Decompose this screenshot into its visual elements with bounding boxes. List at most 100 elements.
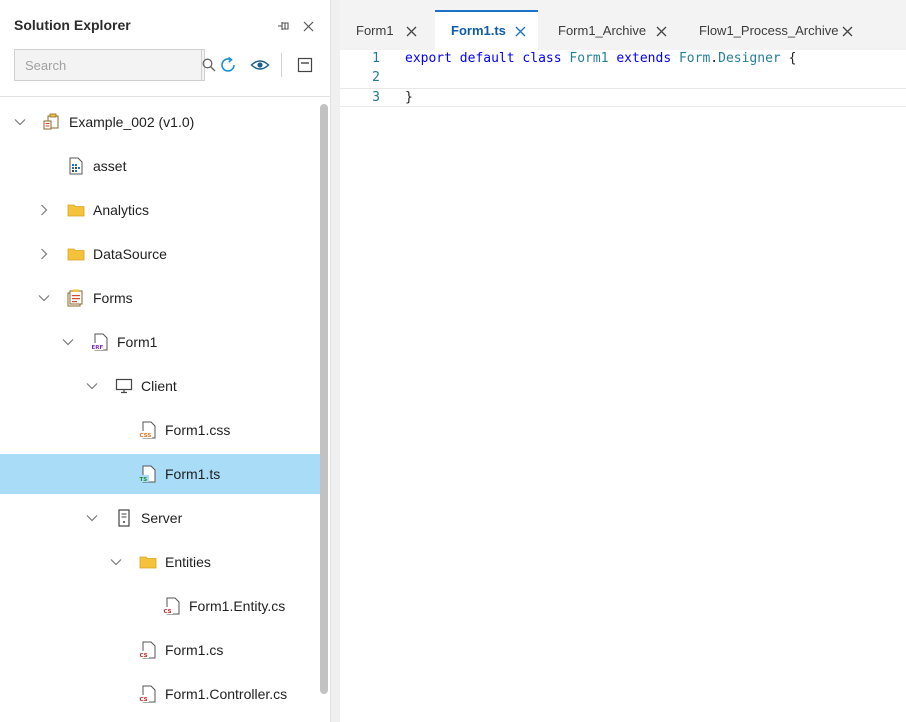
tree-item-label: Client bbox=[141, 378, 177, 394]
chevron-down-icon[interactable] bbox=[110, 556, 122, 568]
code-token-type: Form1 bbox=[569, 51, 609, 66]
tree-item-label: Example_002 (v1.0) bbox=[69, 114, 195, 130]
toolbar-separator bbox=[281, 53, 282, 77]
tree-item-asset[interactable]: asset bbox=[0, 146, 321, 186]
tree-item-server[interactable]: Server bbox=[0, 498, 321, 538]
code-token-plain: { bbox=[780, 51, 797, 66]
tree-item-label: Server bbox=[141, 510, 183, 526]
asset-file-icon bbox=[67, 157, 85, 175]
chevron-down-icon[interactable] bbox=[62, 336, 74, 348]
css-file-icon: CSS bbox=[139, 421, 157, 439]
tree-item-label: Form1 bbox=[117, 334, 158, 350]
tab-flow1-process-archive[interactable]: Flow1_Process_Archive bbox=[683, 10, 866, 50]
close-icon[interactable] bbox=[841, 25, 853, 37]
tree-item-example-002[interactable]: Example_002 (v1.0) bbox=[0, 102, 321, 142]
svg-text:CS: CS bbox=[164, 609, 172, 615]
collapse-all-icon[interactable] bbox=[294, 54, 316, 76]
folder-icon bbox=[139, 553, 157, 571]
line-number: 1 bbox=[372, 51, 380, 66]
solution-explorer-panel: Solution Explorer Example_0 bbox=[0, 0, 332, 722]
tree-item-forms[interactable]: Forms bbox=[0, 278, 321, 318]
solution-icon bbox=[43, 113, 61, 131]
tree-item-label: Forms bbox=[93, 290, 133, 306]
tree-item-form1-ts[interactable]: TS Form1.ts bbox=[0, 454, 321, 494]
form-file-icon: ERF bbox=[91, 333, 109, 351]
editor-tab-bar: Form1 Form1.ts Form1_Archive Flow1_Proce… bbox=[340, 0, 906, 50]
tree-item-label: DataSource bbox=[93, 246, 167, 262]
forms-folder-icon bbox=[67, 289, 85, 307]
close-icon[interactable] bbox=[300, 18, 316, 34]
tree-item-datasource[interactable]: DataSource bbox=[0, 234, 321, 274]
folder-icon bbox=[67, 201, 85, 219]
chevron-down-icon[interactable] bbox=[14, 116, 26, 128]
tree-item-label: Form1.css bbox=[165, 422, 231, 438]
scrollbar-thumb[interactable] bbox=[320, 104, 328, 694]
close-icon[interactable] bbox=[405, 25, 417, 37]
code-token-plain: . bbox=[710, 51, 719, 66]
tree-item-form1-css[interactable]: CSS Form1.css bbox=[0, 410, 321, 450]
code-token-type: Designer bbox=[718, 51, 781, 66]
tab-label: Form1.ts bbox=[451, 23, 506, 38]
chevron-down-icon[interactable] bbox=[38, 292, 50, 304]
solution-tree: Example_002 (v1.0) asset Analytics DataS… bbox=[0, 100, 321, 722]
code-editor: Form1 Form1.ts Form1_Archive Flow1_Proce… bbox=[340, 0, 906, 722]
code-area[interactable]: 1 export default class Form1 extends For… bbox=[340, 50, 906, 722]
tree-item-client[interactable]: Client bbox=[0, 366, 321, 406]
line-text: } bbox=[405, 90, 413, 105]
folder-icon bbox=[67, 245, 85, 263]
tree-item-label: Analytics bbox=[93, 202, 150, 218]
close-icon[interactable] bbox=[655, 25, 667, 37]
chevron-down-icon[interactable] bbox=[86, 380, 98, 392]
server-icon bbox=[115, 509, 133, 527]
tree-item-label: Entities bbox=[165, 554, 211, 570]
line-text: export default class Form1 extends Form.… bbox=[405, 51, 796, 66]
tab-form1[interactable]: Form1 bbox=[340, 10, 432, 50]
close-icon[interactable] bbox=[514, 25, 526, 37]
svg-text:CSS: CSS bbox=[140, 433, 152, 439]
explorer-header: Solution Explorer bbox=[0, 0, 332, 52]
cs-file-icon: CS bbox=[163, 597, 181, 615]
tree-item-label: Form1.ts bbox=[165, 466, 221, 482]
tab-label: Form1_Archive bbox=[558, 23, 647, 38]
pin-icon[interactable] bbox=[276, 18, 292, 34]
search-box bbox=[14, 49, 216, 81]
eye-icon[interactable] bbox=[249, 54, 271, 76]
ts-file-icon: TS bbox=[139, 465, 157, 483]
chevron-right-icon[interactable] bbox=[38, 248, 50, 260]
tree-scrollbar[interactable] bbox=[320, 100, 328, 722]
tree-item-entities[interactable]: Entities bbox=[0, 542, 321, 582]
chevron-right-icon[interactable] bbox=[38, 204, 50, 216]
tab-form1-ts[interactable]: Form1.ts bbox=[435, 10, 538, 50]
tree-item-form1[interactable]: ERF Form1 bbox=[0, 322, 321, 362]
tree-item-form1-entity-cs[interactable]: CS Form1.Entity.cs bbox=[0, 586, 321, 626]
tree-item-form1-cs[interactable]: CS Form1.cs bbox=[0, 630, 321, 670]
search-icon[interactable] bbox=[201, 50, 216, 80]
chevron-down-icon[interactable] bbox=[86, 512, 98, 524]
explorer-title: Solution Explorer bbox=[14, 17, 131, 33]
code-token-keyword: export bbox=[405, 51, 452, 66]
code-line[interactable]: 2 bbox=[340, 69, 906, 88]
tab-form1-archive[interactable]: Form1_Archive bbox=[542, 10, 680, 50]
tree-item-analytics[interactable]: Analytics bbox=[0, 190, 321, 230]
code-line-current[interactable]: 3 } bbox=[340, 88, 906, 107]
search-input[interactable] bbox=[15, 50, 201, 80]
tree-item-form1-controller-cs[interactable]: CS Form1.Controller.cs bbox=[0, 674, 321, 714]
code-line[interactable]: 1 export default class Form1 extends For… bbox=[340, 50, 906, 69]
line-number: 2 bbox=[372, 70, 380, 85]
tab-label: Flow1_Process_Archive bbox=[699, 23, 839, 38]
panel-splitter[interactable] bbox=[330, 0, 340, 722]
tree-item-label: asset bbox=[93, 158, 127, 174]
line-number: 3 bbox=[372, 90, 380, 105]
cs-file-icon: CS bbox=[139, 641, 157, 659]
header-divider bbox=[0, 96, 332, 97]
svg-text:ERF: ERF bbox=[92, 345, 104, 351]
svg-text:TS: TS bbox=[140, 477, 148, 483]
cs-file-icon: CS bbox=[139, 685, 157, 703]
code-token-type: Form bbox=[678, 51, 711, 66]
refresh-icon[interactable] bbox=[217, 54, 239, 76]
tab-label: Form1 bbox=[356, 23, 394, 38]
svg-text:CS: CS bbox=[140, 697, 148, 703]
tree-item-label: Form1.cs bbox=[165, 642, 224, 658]
code-token-keyword: default bbox=[459, 51, 515, 66]
